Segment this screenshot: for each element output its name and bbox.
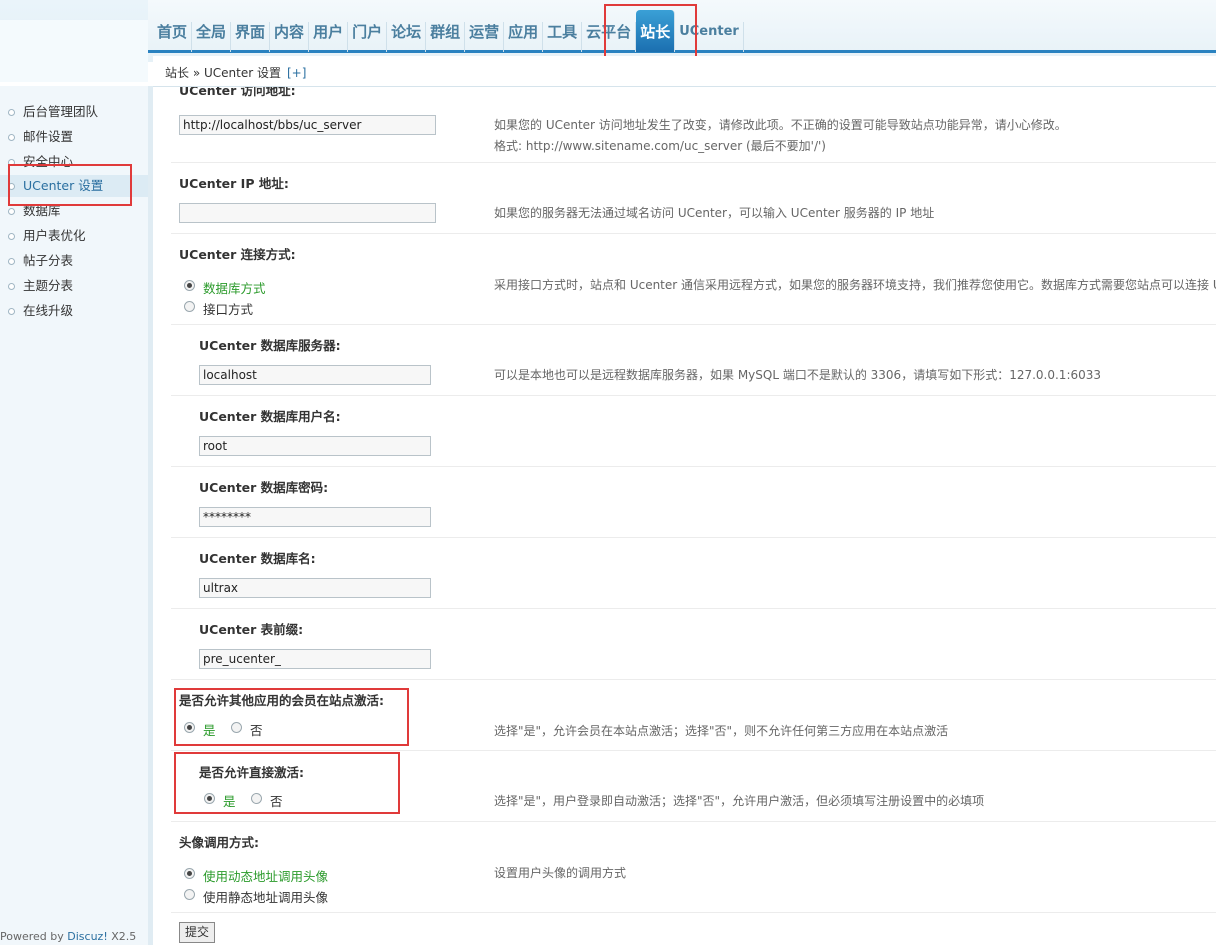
settings-form: UCenter 访问地址: http://localhost/bbs/uc_se… [153, 87, 1216, 945]
db-host-tip: 可以是本地也可以是远程数据库服务器，如果 MySQL 端口不是默认的 3306，… [494, 368, 1102, 382]
sidebar-item-ucenter[interactable]: UCenter 设置 [0, 175, 148, 197]
db-prefix-label: UCenter 表前缀: [199, 622, 304, 637]
uc-url-input[interactable]: http://localhost/bbs/uc_server [179, 115, 436, 135]
divider [171, 537, 1216, 538]
nav-item-portal[interactable]: 门户 [348, 22, 388, 52]
nav-item-tools[interactable]: 工具 [543, 22, 583, 52]
nav-item-cloud[interactable]: 云平台 [582, 22, 637, 52]
uc-connect-label: UCenter 连接方式: [179, 247, 296, 262]
sidebar-item-security[interactable]: 安全中心 [0, 151, 148, 173]
bullet-icon [8, 134, 15, 141]
uc-url-label: UCenter 访问地址: [179, 87, 296, 98]
bullet-icon [8, 208, 15, 215]
divider [171, 821, 1216, 822]
activate-direct-label: 是否允许直接激活: [199, 765, 304, 780]
discuz-link[interactable]: Discuz! [67, 930, 107, 943]
sidebar-item-mail[interactable]: 邮件设置 [0, 126, 148, 148]
uc-url-tip: 如果您的 UCenter 访问地址发生了改变，请修改此项。不正确的设置可能导致站… [494, 118, 1067, 132]
avatar-dynamic-label[interactable]: 使用动态地址调用头像 [203, 866, 328, 885]
powered-by: Powered by Discuz! X2.5 [0, 930, 137, 943]
nav-item-webmaster[interactable]: 站长 [636, 10, 676, 52]
avatar-dynamic-radio[interactable] [184, 868, 195, 879]
bullet-icon [8, 109, 15, 116]
activate-direct-no-label[interactable]: 否 [270, 791, 283, 810]
avatar-tip: 设置用户头像的调用方式 [494, 866, 627, 880]
nav-item-ucenter[interactable]: UCenter [675, 22, 744, 52]
divider [171, 912, 1216, 913]
breadcrumb: 站长 » UCenter 设置 [+] [165, 64, 306, 81]
activate-other-yes-radio[interactable] [184, 722, 195, 733]
db-prefix-input[interactable]: pre_ucenter_ [199, 649, 431, 669]
sidebar-item-database[interactable]: 数据库 [0, 200, 148, 222]
db-pass-label: UCenter 数据库密码: [199, 480, 329, 495]
uc-connect-db-radio[interactable] [184, 280, 195, 291]
db-host-label: UCenter 数据库服务器: [199, 338, 341, 353]
activate-other-yes-label[interactable]: 是 [203, 720, 216, 739]
activate-other-no-radio[interactable] [231, 722, 242, 733]
activate-direct-no-radio[interactable] [251, 793, 262, 804]
nav-item-home[interactable]: 首页 [153, 22, 193, 52]
sidebar-item-post-split[interactable]: 帖子分表 [0, 250, 148, 272]
nav-item-global[interactable]: 全局 [192, 22, 232, 52]
uc-connect-api-label[interactable]: 接口方式 [203, 299, 253, 318]
activate-direct-tip: 选择"是"，用户登录即自动激活；选择"否"，允许用户激活，但必须填写注册设置中的… [494, 794, 985, 808]
sidebar: 后台管理团队 邮件设置 安全中心 UCenter 设置 数据库 用户表优化 帖子… [0, 86, 153, 945]
activate-direct-yes-label[interactable]: 是 [223, 791, 236, 810]
bullet-icon [8, 258, 15, 265]
breadcrumb-text: 站长 » UCenter 设置 [165, 66, 281, 80]
breadcrumb-expand-button[interactable]: [+] [287, 66, 306, 80]
db-user-input[interactable]: root [199, 436, 431, 456]
uc-ip-tip: 如果您的服务器无法通过域名访问 UCenter，可以输入 UCenter 服务器… [494, 206, 935, 220]
nav-item-users[interactable]: 用户 [309, 22, 349, 52]
activate-other-label: 是否允许其他应用的会员在站点激活: [179, 693, 384, 708]
bullet-icon [8, 159, 15, 166]
breadcrumb-bar: 站长 » UCenter 设置 [+] [153, 56, 1216, 87]
divider [171, 162, 1216, 163]
top-nav: 首页 全局 界面 内容 用户 门户 论坛 群组 运营 应用 工具 云平台 站长 … [153, 10, 744, 52]
nav-item-groups[interactable]: 群组 [426, 22, 466, 52]
avatar-static-label[interactable]: 使用静态地址调用头像 [203, 887, 328, 906]
nav-item-content[interactable]: 内容 [270, 22, 310, 52]
divider [171, 233, 1216, 234]
divider [171, 679, 1216, 680]
uc-url-format-tip: 格式: http://www.sitename.com/uc_server (最… [494, 139, 826, 153]
activate-other-no-label[interactable]: 否 [250, 720, 263, 739]
activate-other-tip: 选择"是"，允许会员在本站点激活；选择"否"，则不允许任何第三方应用在本站点激活 [494, 724, 949, 738]
db-pass-input[interactable]: ******** [199, 507, 431, 527]
bullet-icon [8, 283, 15, 290]
activate-direct-yes-radio[interactable] [204, 793, 215, 804]
uc-connect-db-label[interactable]: 数据库方式 [203, 278, 266, 297]
uc-ip-input[interactable] [179, 203, 436, 223]
bullet-icon [8, 233, 15, 240]
nav-item-forum[interactable]: 论坛 [387, 22, 427, 52]
submit-button[interactable]: 提交 [179, 922, 215, 943]
divider [171, 395, 1216, 396]
bullet-icon [8, 183, 15, 190]
sidebar-item-admin-team[interactable]: 后台管理团队 [0, 101, 148, 123]
avatar-static-radio[interactable] [184, 889, 195, 900]
sidebar-item-usertable[interactable]: 用户表优化 [0, 225, 148, 247]
nav-item-interface[interactable]: 界面 [231, 22, 271, 52]
nav-item-operations[interactable]: 运营 [465, 22, 505, 52]
uc-ip-label: UCenter IP 地址: [179, 176, 289, 191]
db-name-input[interactable]: ultrax [199, 578, 431, 598]
uc-connect-api-radio[interactable] [184, 301, 195, 312]
db-host-input[interactable]: localhost [199, 365, 431, 385]
uc-connect-tip: 采用接口方式时，站点和 Ucenter 通信采用远程方式，如果您的服务器环境支持… [494, 278, 1216, 292]
divider [171, 608, 1216, 609]
nav-item-apps[interactable]: 应用 [504, 22, 544, 52]
db-name-label: UCenter 数据库名: [199, 551, 316, 566]
bullet-icon [8, 308, 15, 315]
divider [171, 324, 1216, 325]
sidebar-item-upgrade[interactable]: 在线升级 [0, 300, 148, 322]
divider [171, 466, 1216, 467]
db-user-label: UCenter 数据库用户名: [199, 409, 341, 424]
avatar-label: 头像调用方式: [179, 835, 259, 850]
logo-area [0, 0, 148, 82]
divider [171, 750, 1216, 751]
sidebar-item-thread-split[interactable]: 主题分表 [0, 275, 148, 297]
